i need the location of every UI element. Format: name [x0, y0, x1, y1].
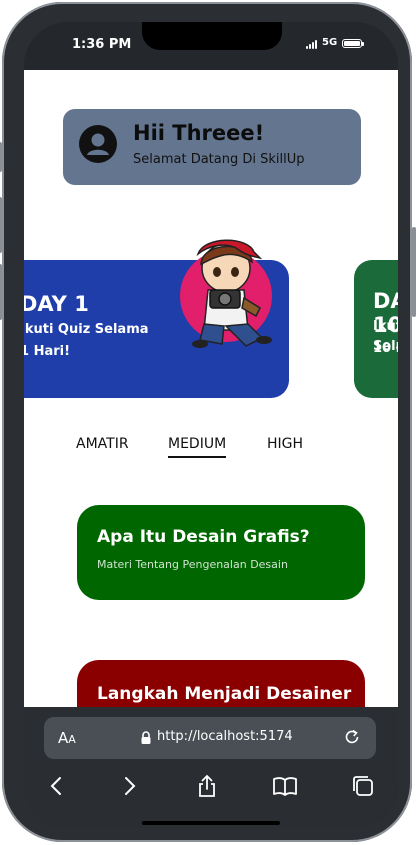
aa-label-large: A	[58, 729, 69, 747]
level-tabs: AMATIR MEDIUM HIGH	[24, 436, 398, 466]
material-title: Apa Itu Desain Grafis?	[97, 527, 310, 547]
day-card-10[interactable]: DAY 10 Ikuti Quiz Selama 10 Hari!	[354, 260, 398, 398]
tabs-icon[interactable]	[350, 773, 376, 799]
power-button	[412, 227, 416, 317]
phone-screen: 1:36 PM 5G Hii Threee! Selamat Datang Di…	[24, 22, 398, 828]
chevron-right-icon[interactable]	[116, 773, 142, 799]
tab-medium[interactable]: MEDIUM	[168, 436, 227, 458]
user-circle-icon	[79, 125, 117, 163]
phone-frame: 1:36 PM 5G Hii Threee! Selamat Datang Di…	[0, 2, 416, 842]
url-text[interactable]: http://localhost:5174	[157, 729, 293, 744]
network-label: 5G	[322, 37, 338, 48]
battery-icon	[342, 39, 364, 48]
book-icon[interactable]	[272, 773, 298, 799]
signal-icon	[306, 40, 317, 49]
browser-toolbar: AA http://localhost:5174	[24, 707, 398, 828]
material-card[interactable]: Langkah Menjadi Desainer	[77, 660, 365, 707]
day-card-line2: 10 Hari!	[373, 341, 398, 356]
material-card[interactable]: Apa Itu Desain Grafis? Materi Tentang Pe…	[77, 505, 365, 600]
status-bar: 1:36 PM 5G	[24, 22, 398, 70]
address-bar[interactable]: AA http://localhost:5174	[44, 717, 376, 759]
chevron-left-icon[interactable]	[44, 773, 70, 799]
tab-amatir[interactable]: AMATIR	[76, 436, 129, 456]
tab-high[interactable]: HIGH	[267, 436, 303, 456]
material-title: Langkah Menjadi Desainer	[97, 684, 352, 704]
reader-options-button[interactable]: AA	[58, 729, 76, 747]
greeting-title: Hii Threee!	[133, 121, 265, 145]
aa-label-small: A	[68, 733, 76, 746]
material-subtitle: Materi Tentang Pengenalan Desain	[97, 558, 288, 571]
day-card-line2: 1 Hari!	[24, 344, 71, 359]
mute-switch	[0, 142, 2, 172]
share-icon[interactable]	[194, 773, 220, 799]
home-indicator	[142, 821, 280, 825]
day-card-line1: Ikuti Quiz Selama	[24, 322, 149, 337]
greeting-card: Hii Threee! Selamat Datang Di SkillUp	[63, 109, 361, 185]
volume-down-button	[0, 264, 2, 320]
day-card-title: DAY 1	[24, 292, 89, 316]
lock-icon	[141, 731, 151, 744]
photographer-mascot-icon	[180, 239, 272, 348]
notch	[142, 22, 282, 50]
reload-icon[interactable]	[342, 727, 362, 747]
app-content: Hii Threee! Selamat Datang Di SkillUp DA…	[24, 70, 398, 707]
greeting-subtitle: Selamat Datang Di SkillUp	[133, 152, 305, 167]
volume-up-button	[0, 197, 2, 253]
status-time: 1:36 PM	[72, 37, 132, 52]
